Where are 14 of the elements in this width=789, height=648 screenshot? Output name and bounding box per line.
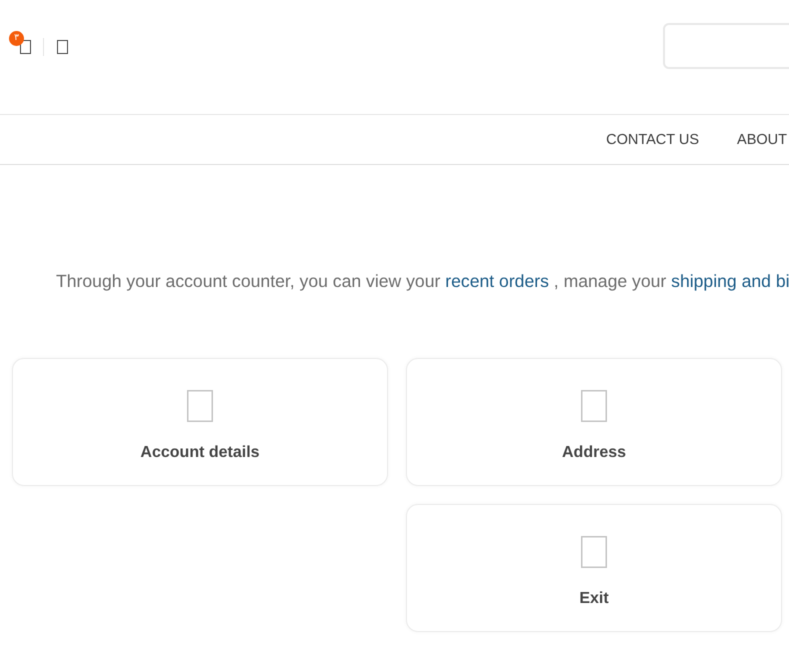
account-menu-card[interactable]: Address <box>406 358 782 486</box>
blank-glyph-icon[interactable] <box>57 40 68 54</box>
text-link[interactable]: recent orders <box>445 271 549 291</box>
nav-link[interactable]: CONTACT US <box>606 132 700 148</box>
blank-glyph-icon[interactable] <box>20 40 31 54</box>
blank-glyph-icon <box>581 390 607 422</box>
blank-glyph-icon <box>581 536 607 568</box>
cart-count-badge: ۳ <box>9 30 24 46</box>
nav-link[interactable]: ABOUT <box>737 132 787 148</box>
account-menu-card[interactable]: Exit <box>406 504 782 632</box>
account-menu-card[interactable]: Account details <box>12 358 388 486</box>
blank-glyph-icon <box>187 390 213 422</box>
text-link[interactable]: shipping and bi <box>671 271 789 291</box>
intro-text: Through your account counter, you can view your recent orders , manage your shipping and bi <box>55 270 789 293</box>
